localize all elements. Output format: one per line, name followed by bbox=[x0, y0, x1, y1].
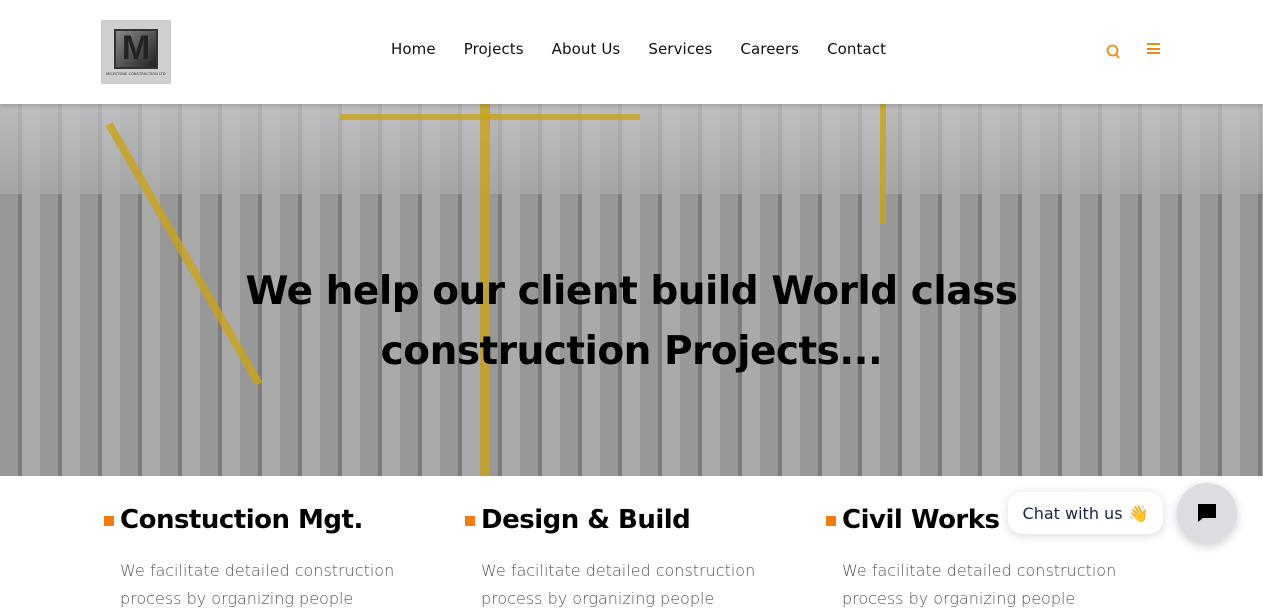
bullet-square-icon bbox=[465, 516, 475, 526]
waving-hand-icon: 👋 bbox=[1128, 503, 1149, 523]
chat-bubble-icon bbox=[1198, 504, 1216, 522]
nav-projects[interactable]: Projects bbox=[464, 40, 524, 58]
logo-mark: M bbox=[114, 28, 158, 69]
hamburger-menu-icon[interactable] bbox=[1147, 43, 1160, 54]
nav-home[interactable]: Home bbox=[391, 40, 436, 58]
bullet-square-icon bbox=[104, 516, 114, 526]
service-text: We facilitate detailed construction proc… bbox=[481, 561, 756, 608]
service-text: We facilitate detailed construction proc… bbox=[842, 561, 1117, 608]
hero-headline: We help our client build World class cons… bbox=[245, 269, 1018, 374]
service-text: We facilitate detailed construction proc… bbox=[120, 561, 395, 608]
site-header: M MILESTONE CONSTRUCTION LTD Home Projec… bbox=[0, 0, 1263, 104]
nav-services[interactable]: Services bbox=[648, 40, 712, 58]
service-title: Design & Build bbox=[481, 505, 691, 535]
hero-banner: We help our client build World class cons… bbox=[0, 104, 1263, 476]
service-title: Constuction Mgt. bbox=[120, 505, 363, 535]
chat-label: Chat with us bbox=[1022, 503, 1123, 523]
bullet-square-icon bbox=[826, 516, 836, 526]
search-icon[interactable] bbox=[1106, 44, 1121, 60]
chat-prompt-bubble[interactable]: Chat with us 👋 bbox=[1008, 492, 1163, 534]
service-title: Civil Works bbox=[842, 505, 1000, 535]
open-chat-button[interactable] bbox=[1177, 483, 1237, 543]
nav-about-us[interactable]: About Us bbox=[552, 40, 621, 58]
main-nav: Home Projects About Us Services Careers … bbox=[391, 40, 886, 58]
nav-careers[interactable]: Careers bbox=[740, 40, 799, 58]
logo[interactable]: M MILESTONE CONSTRUCTION LTD bbox=[101, 20, 171, 84]
logo-caption: MILESTONE CONSTRUCTION LTD bbox=[106, 71, 166, 76]
nav-contact[interactable]: Contact bbox=[827, 40, 886, 58]
